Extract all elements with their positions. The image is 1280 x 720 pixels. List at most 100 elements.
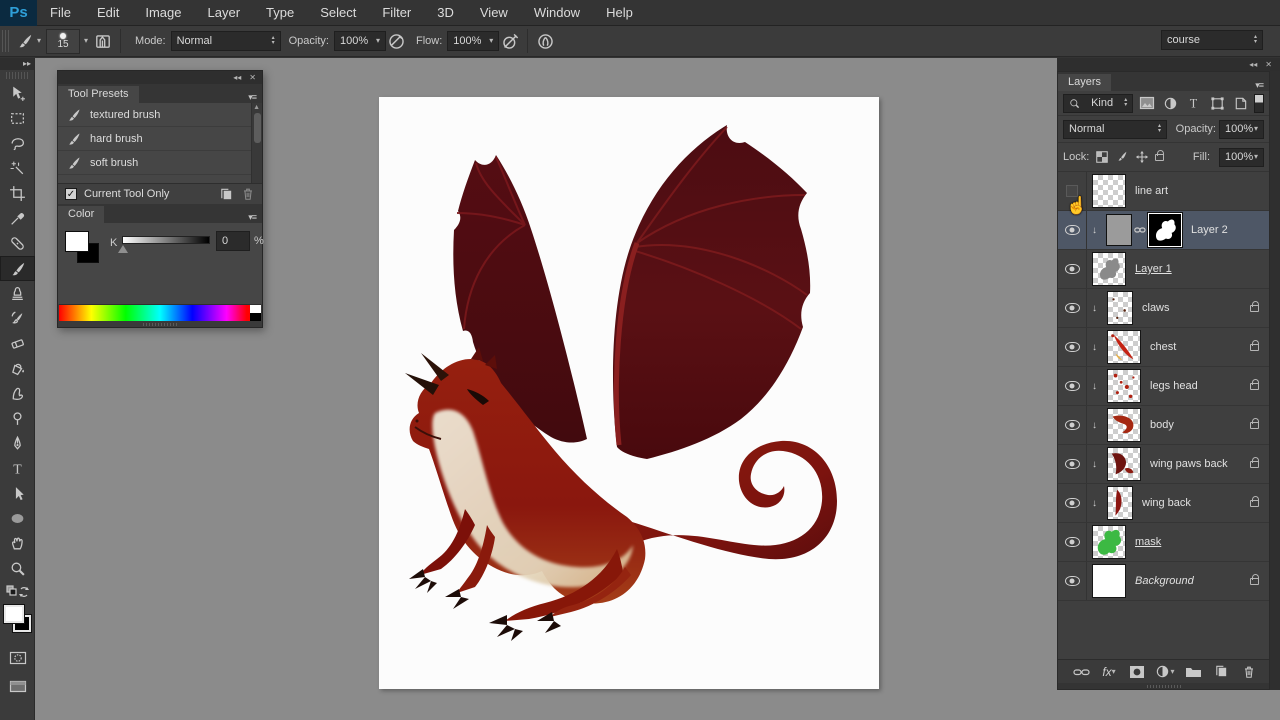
close-panel-icon[interactable]: ✕ [249,73,256,82]
layer-name[interactable]: wing back [1142,497,1191,509]
smudge-tool[interactable] [0,381,35,406]
collapse-panels-icon[interactable]: ◂◂ [233,73,241,82]
delete-preset-icon[interactable] [241,187,255,201]
tab-color[interactable]: Color [58,206,104,223]
type-tool[interactable]: T [0,456,35,481]
layer-thumbnail[interactable] [1107,408,1141,442]
lock-transparency-icon[interactable] [1095,150,1109,164]
layer-thumbnail[interactable] [1107,291,1133,325]
toggle-brush-panel-button[interactable] [92,30,114,52]
visibility-toggle[interactable] [1058,562,1087,600]
close-panel-icon[interactable]: ✕ [1265,60,1272,69]
eraser-tool[interactable] [0,331,35,356]
preset-soft-brush[interactable]: soft brush [58,151,262,175]
foreground-color-swatch[interactable] [4,605,24,623]
spectrum-black-swatch[interactable] [250,313,261,321]
layer-name[interactable]: wing paws back [1150,458,1228,470]
preset-textured-brush[interactable]: textured brush [58,103,262,127]
layer-blend-mode-dropdown[interactable]: Normal ▴▾ [1063,120,1167,139]
layer-name[interactable]: chest [1150,341,1176,353]
layer-name[interactable]: claws [1142,302,1170,314]
tool-preset-picker[interactable]: ▾ [11,29,46,53]
layer-row-layer-2[interactable]: ↓ Layer 2 [1058,211,1269,250]
menu-3d[interactable]: 3D [424,0,467,26]
menu-select[interactable]: Select [307,0,369,26]
layer-name[interactable]: legs head [1150,380,1198,392]
flow-dropdown[interactable]: 100% ▾ [447,31,499,51]
layer-row-mask[interactable]: mask [1058,523,1269,562]
marquee-tool[interactable] [0,106,35,131]
filtering-toggle-switch[interactable] [1254,94,1264,113]
visibility-toggle[interactable] [1058,445,1087,483]
layer-row-wing-back[interactable]: ↓ wing back [1058,484,1269,523]
pressure-opacity-icon[interactable] [386,30,408,52]
lock-all-icon[interactable] [1155,154,1164,161]
eyedropper-tool[interactable] [0,206,35,231]
crop-tool[interactable] [0,181,35,206]
layer-row-body[interactable]: ↓ body [1058,406,1269,445]
visibility-toggle[interactable] [1058,406,1087,444]
toolbar-grip[interactable] [6,72,28,79]
visibility-toggle[interactable] [1058,523,1087,561]
add-layer-mask-button[interactable] [1126,662,1148,682]
visibility-toggle[interactable] [1058,211,1087,249]
delete-layer-button[interactable] [1238,662,1260,682]
options-bar-grip[interactable] [2,30,11,52]
document-canvas[interactable] [379,97,879,689]
panel-menu-icon[interactable]: ▾≡ [242,92,262,103]
layer-row-chest[interactable]: ↓ chest [1058,328,1269,367]
filter-pixel-layers-icon[interactable] [1137,94,1156,113]
scrollbar-thumb[interactable] [254,113,261,143]
menu-layer[interactable]: Layer [195,0,254,26]
layer-name[interactable]: mask [1135,536,1161,548]
link-layers-button[interactable] [1070,662,1092,682]
menu-help[interactable]: Help [593,0,646,26]
layer-thumbnail[interactable] [1092,564,1126,598]
layer-thumbnail[interactable] [1107,486,1133,520]
toolbar-collapse-icon[interactable]: ▸▸ [0,58,34,70]
lock-position-icon[interactable] [1135,150,1149,164]
lock-pixels-icon[interactable] [1115,150,1129,164]
paint-bucket-tool[interactable] [0,356,35,381]
healing-brush-tool[interactable] [0,231,35,256]
filter-type-layers-icon[interactable]: T [1184,94,1203,113]
layer-name[interactable]: body [1150,419,1174,431]
visibility-toggle[interactable] [1058,484,1087,522]
move-tool[interactable] [0,81,35,106]
pressure-size-icon[interactable] [534,30,556,52]
tab-layers[interactable]: Layers [1058,74,1111,91]
layer-name[interactable]: Layer 2 [1191,224,1228,236]
panel-resize-grip[interactable] [58,321,262,327]
menu-window[interactable]: Window [521,0,593,26]
new-group-button[interactable] [1182,662,1204,682]
filter-adjustment-layers-icon[interactable] [1161,94,1180,113]
visibility-toggle[interactable] [1058,250,1087,288]
new-layer-button[interactable] [1210,662,1232,682]
color-spectrum-ramp[interactable] [59,304,261,321]
menu-image[interactable]: Image [132,0,194,26]
history-brush-tool[interactable] [0,306,35,331]
layer-name[interactable]: Layer 1 [1135,263,1172,275]
fill-dropdown[interactable]: 100% ▾ [1219,148,1264,167]
layer-row-background[interactable]: Background [1058,562,1269,601]
clone-stamp-tool[interactable] [0,281,35,306]
panel-menu-icon[interactable]: ▾≡ [242,212,262,223]
layer-thumbnail[interactable] [1092,525,1126,559]
filter-smart-objects-icon[interactable] [1231,94,1250,113]
panel-resize-grip[interactable] [1058,683,1269,689]
layer-thumbnail[interactable] [1106,214,1132,246]
layer-thumbnail[interactable] [1107,447,1141,481]
new-preset-icon[interactable] [219,187,234,202]
layer-name[interactable]: Background [1135,575,1194,587]
caret-down-icon[interactable]: ▾ [84,37,88,45]
lasso-tool[interactable] [0,131,35,156]
pen-tool[interactable] [0,431,35,456]
collapse-panels-icon[interactable]: ◂◂ [1249,60,1257,69]
menu-edit[interactable]: Edit [84,0,132,26]
layer-thumbnail[interactable] [1092,174,1126,208]
scrollbar[interactable]: ▲ [251,103,262,183]
screen-mode-button[interactable] [0,675,35,697]
panel-menu-icon[interactable]: ▾≡ [1249,80,1269,91]
adjustment-layer-button[interactable]: ▾ [1154,662,1176,682]
layer-row-wing-paws-back[interactable]: ↓ wing paws back [1058,445,1269,484]
